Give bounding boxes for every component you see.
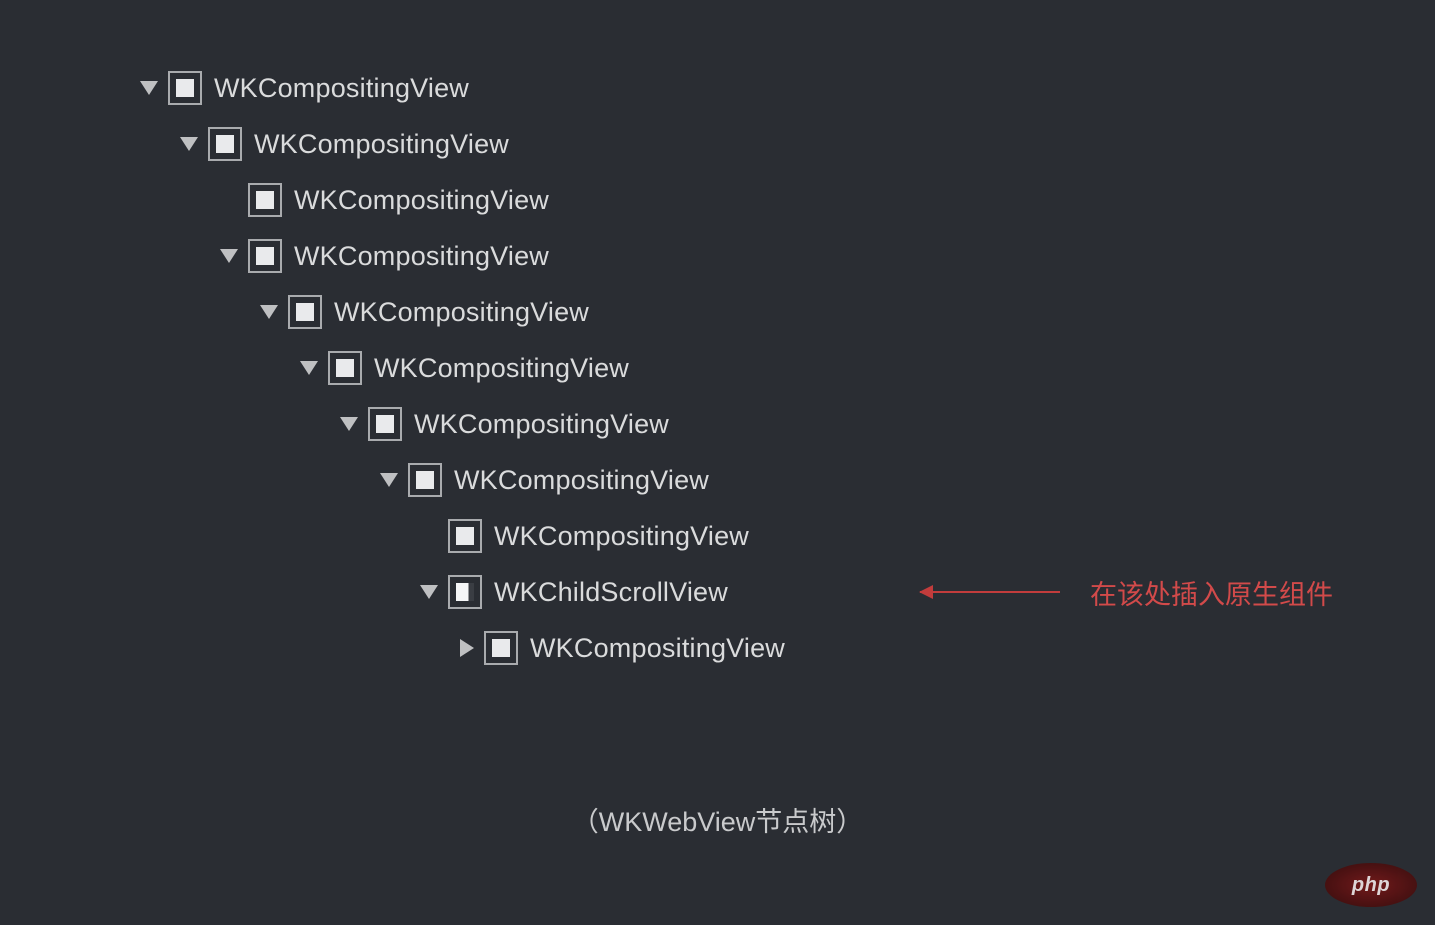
view-icon <box>448 519 482 553</box>
caption-close-paren: ） <box>836 807 863 837</box>
caption-open-paren: （ <box>572 807 599 837</box>
tree-row[interactable]: WKChildScrollView在该处插入原生组件 <box>140 564 785 620</box>
chevron-down-icon[interactable] <box>180 137 198 151</box>
tree-row[interactable]: WKCompositingView <box>140 284 785 340</box>
tree-node-label: WKCompositingView <box>374 353 629 384</box>
chevron-down-icon[interactable] <box>340 417 358 431</box>
tree-node-label: WKCompositingView <box>414 409 669 440</box>
tree-row[interactable]: WKCompositingView <box>140 116 785 172</box>
tree-row[interactable]: WKCompositingView <box>140 620 785 676</box>
view-icon <box>208 127 242 161</box>
view-icon <box>484 631 518 665</box>
tree-node-label: WKCompositingView <box>334 297 589 328</box>
view-icon <box>288 295 322 329</box>
chevron-right-icon[interactable] <box>460 639 474 657</box>
chevron-down-icon[interactable] <box>380 473 398 487</box>
tree-node-label: WKCompositingView <box>294 241 549 272</box>
tree-row[interactable]: WKCompositingView <box>140 508 785 564</box>
tree-row[interactable]: WKCompositingView <box>140 60 785 116</box>
php-watermark: php <box>1325 863 1417 907</box>
chevron-down-icon[interactable] <box>300 361 318 375</box>
tree-node-label: WKCompositingView <box>494 521 749 552</box>
view-icon <box>408 463 442 497</box>
tree-row[interactable]: WKCompositingView <box>140 172 785 228</box>
view-icon <box>368 407 402 441</box>
tree-node-label: WKCompositingView <box>294 185 549 216</box>
view-hierarchy-tree: WKCompositingView WKCompositingView WKComp… <box>140 60 785 676</box>
annotation: 在该处插入原生组件 <box>920 573 1333 612</box>
tree-row[interactable]: WKCompositingView <box>140 452 785 508</box>
chevron-down-icon[interactable] <box>420 585 438 599</box>
scrollview-icon <box>448 575 482 609</box>
tree-node-label: WKCompositingView <box>214 73 469 104</box>
tree-row[interactable]: WKCompositingView <box>140 340 785 396</box>
tree-node-label: WKChildScrollView <box>494 577 728 608</box>
tree-node-label: WKCompositingView <box>530 633 785 664</box>
tree-row[interactable]: WKCompositingView <box>140 396 785 452</box>
chevron-down-icon[interactable] <box>220 249 238 263</box>
caption: （WKWebView节点树） <box>0 800 1435 839</box>
chevron-down-icon[interactable] <box>140 81 158 95</box>
annotation-text: 在该处插入原生组件 <box>1090 573 1333 612</box>
chevron-down-icon[interactable] <box>260 305 278 319</box>
tree-row[interactable]: WKCompositingView <box>140 228 785 284</box>
arrow-left-icon <box>920 591 1060 593</box>
view-icon <box>168 71 202 105</box>
view-icon <box>248 239 282 273</box>
tree-node-label: WKCompositingView <box>454 465 709 496</box>
tree-node-label: WKCompositingView <box>254 129 509 160</box>
caption-text: WKWebView节点树 <box>599 807 837 837</box>
view-icon <box>248 183 282 217</box>
view-icon <box>328 351 362 385</box>
